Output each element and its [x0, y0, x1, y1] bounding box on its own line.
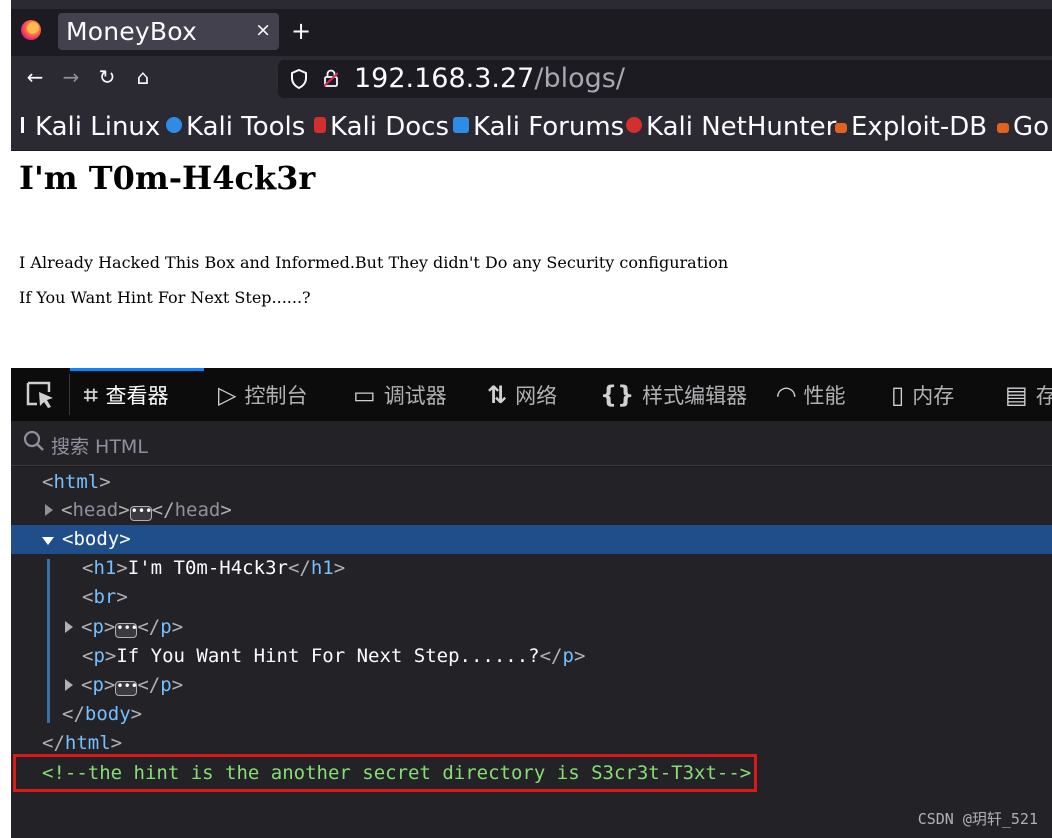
- tab-network[interactable]: ⇅ 网络: [487, 368, 557, 421]
- bookmark-label: Exploit-DB: [851, 112, 988, 142]
- close-tab-icon[interactable]: ×: [255, 19, 271, 41]
- network-icon: ⇅: [487, 380, 508, 409]
- url-path: /blogs/: [534, 63, 625, 94]
- bookmark-kali-docs[interactable]: Kali Docs: [314, 112, 449, 142]
- new-tab-button[interactable]: +: [291, 17, 311, 45]
- bookmark-kali-nethunter[interactable]: Kali NetHunter: [626, 112, 836, 142]
- page-content: I'm T0m-H4ck3r I Already Hacked This Box…: [11, 151, 1052, 368]
- bookmark-exploit-db[interactable]: Exploit-DB: [835, 112, 987, 142]
- tab-storage[interactable]: ▤ 存: [1005, 368, 1052, 421]
- html-search-bar[interactable]: 搜索 HTML: [11, 421, 1052, 466]
- window-top-edge: [11, 0, 1052, 9]
- bookmark-kali-tools[interactable]: Kali Tools: [166, 112, 305, 142]
- exploit-db-icon: [997, 123, 1009, 133]
- bookmark-google-hacking[interactable]: Go: [997, 112, 1049, 142]
- page-paragraph: If You Want Hint For Next Step......?: [19, 288, 311, 307]
- markup-view: <html> <head>•••</head> <body> <h1>I'm T…: [11, 467, 1052, 838]
- collapsed-ellipsis-icon[interactable]: •••: [115, 680, 138, 696]
- bookmark-kali-forums[interactable]: Kali Forums: [453, 112, 624, 142]
- node-h1[interactable]: <h1>I'm T0m-H4ck3r</h1>: [82, 554, 345, 583]
- tab-label: 调试器: [383, 383, 447, 408]
- insecure-lock-icon[interactable]: [324, 69, 338, 87]
- nav-bar: ← → ↻ ⌂ 192.168.3.27/blogs/: [11, 56, 1052, 102]
- bookmark-kali-linux[interactable]: Kali Linux: [21, 112, 160, 142]
- kali-docs-icon: [314, 117, 326, 133]
- kali-forums-icon: [453, 117, 469, 133]
- memory-icon: ▯: [891, 380, 905, 409]
- bookmark-label: Kali Docs: [330, 112, 450, 142]
- page-paragraph: I Already Hacked This Box and Informed.B…: [19, 253, 729, 272]
- performance-icon: ◠: [777, 380, 796, 409]
- bookmark-label: Go: [1013, 112, 1050, 142]
- reload-icon[interactable]: ↻: [95, 65, 119, 89]
- search-icon: [23, 430, 44, 451]
- expand-arrow-icon[interactable]: [45, 504, 53, 516]
- console-icon: ▷: [218, 380, 237, 409]
- highlight-annotation-box: [13, 754, 757, 792]
- url-host: 192.168.3.27: [354, 63, 535, 94]
- devtools-toolbar: ⌗ 查看器 ▷ 控制台 ▭ 调试器 ⇅ 网络 {} 样式编辑器 ◠ 性能 ▯ 内存 ▤ 存: [11, 368, 1052, 421]
- debugger-icon: ▭: [353, 380, 376, 409]
- bookmark-label: Kali Tools: [186, 112, 306, 142]
- kali-dragon-icon: [21, 117, 31, 133]
- node-html-open[interactable]: <html>: [42, 468, 111, 497]
- bookmark-label: Kali Linux: [35, 112, 161, 142]
- node-body-close[interactable]: </body>: [62, 700, 142, 729]
- node-p-hint[interactable]: <p>If You Want Hint For Next Step......?…: [82, 642, 585, 671]
- browser-window: MoneyBox × + ← → ↻ ⌂ 192.168.3.27/blogs/…: [11, 0, 1052, 838]
- home-icon[interactable]: ⌂: [131, 65, 155, 89]
- kali-nethunter-icon: [626, 117, 642, 133]
- inspector-icon: ⌗: [84, 380, 98, 409]
- bookmark-label: Kali NetHunter: [646, 112, 837, 142]
- shield-icon[interactable]: [290, 69, 308, 89]
- tab-label: 样式编辑器: [642, 383, 748, 408]
- style-editor-icon: {}: [600, 380, 635, 409]
- back-icon[interactable]: ←: [23, 65, 47, 89]
- tab-performance[interactable]: ◠ 性能: [777, 368, 845, 421]
- tab-label: 性能: [803, 383, 846, 408]
- tab-inspector[interactable]: ⌗ 查看器: [70, 368, 204, 421]
- tab-label: 存: [1035, 383, 1052, 408]
- collapsed-ellipsis-icon[interactable]: •••: [115, 622, 138, 638]
- node-p-collapsed[interactable]: <p>•••</p>: [65, 671, 183, 700]
- tab-title: MoneyBox: [66, 17, 197, 46]
- collapse-arrow-icon[interactable]: [42, 537, 54, 545]
- exploit-db-icon: [835, 123, 847, 133]
- expand-arrow-icon[interactable]: [65, 621, 73, 633]
- p-text: If You Want Hint For Next Step......?: [116, 645, 540, 667]
- bookmark-label: Kali Forums: [473, 112, 625, 142]
- node-p-collapsed[interactable]: <p>•••</p>: [65, 613, 183, 642]
- node-br[interactable]: <br>: [82, 583, 128, 612]
- outer-margin: [0, 0, 11, 838]
- toolbar-divider: [69, 374, 70, 415]
- tab-memory[interactable]: ▯ 内存: [891, 368, 954, 421]
- node-head[interactable]: <head>•••</head>: [45, 496, 232, 525]
- tab-style-editor[interactable]: {} 样式编辑器: [600, 368, 747, 421]
- node-body-open[interactable]: <body>: [42, 525, 131, 554]
- tab-label: 控制台: [244, 383, 308, 408]
- collapsed-ellipsis-icon[interactable]: •••: [129, 505, 152, 521]
- expand-arrow-icon[interactable]: [65, 679, 73, 691]
- tab-debugger[interactable]: ▭ 调试器: [353, 368, 447, 421]
- storage-icon: ▤: [1005, 380, 1028, 409]
- tab-label: 查看器: [105, 383, 169, 408]
- tab-console[interactable]: ▷ 控制台: [218, 368, 307, 421]
- url-bar[interactable]: 192.168.3.27/blogs/: [278, 60, 1052, 98]
- watermark: CSDN @玥轩_521: [917, 810, 1038, 828]
- forward-icon[interactable]: →: [59, 65, 83, 89]
- tab-strip: MoneyBox × +: [11, 0, 1052, 56]
- firefox-icon[interactable]: [21, 20, 41, 40]
- page-heading: I'm T0m-H4ck3r: [19, 159, 316, 197]
- element-picker-icon[interactable]: [25, 380, 55, 410]
- h1-text: I'm T0m-H4ck3r: [127, 557, 288, 579]
- indent-guide: [47, 559, 50, 723]
- tab-label: 网络: [515, 383, 558, 408]
- tab-label: 内存: [912, 383, 955, 408]
- url-text[interactable]: 192.168.3.27/blogs/: [354, 63, 625, 94]
- search-placeholder: 搜索 HTML: [51, 436, 148, 458]
- tab-moneybox[interactable]: MoneyBox ×: [58, 13, 279, 50]
- kali-tools-icon: [166, 117, 182, 133]
- selected-node-row[interactable]: <body>: [11, 525, 1052, 554]
- bookmarks-toolbar: Kali Linux Kali Tools Kali Docs Kali For…: [11, 102, 1052, 150]
